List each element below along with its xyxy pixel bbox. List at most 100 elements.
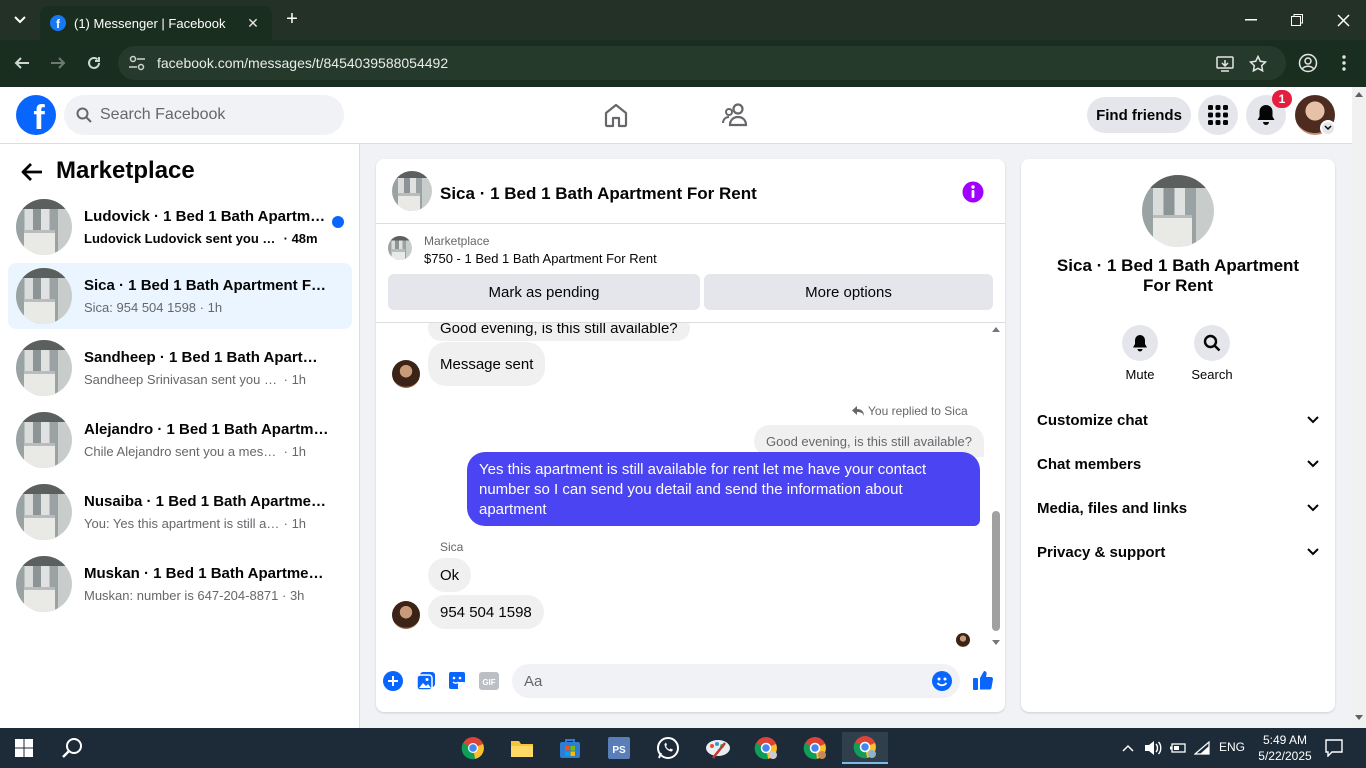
message-input[interactable] — [512, 664, 960, 698]
chat-members-section[interactable]: Chat members — [1037, 452, 1319, 476]
menu-grid-icon[interactable] — [1198, 95, 1238, 135]
facebook-logo[interactable]: f — [16, 95, 56, 135]
customize-chat-section[interactable]: Customize chat — [1037, 408, 1319, 432]
message-bubble-incoming: Ok — [428, 558, 472, 592]
conversation-time: 1h — [291, 444, 307, 459]
maximize-icon[interactable] — [1284, 8, 1310, 32]
notification-center-icon[interactable] — [1320, 732, 1348, 764]
friends-icon[interactable] — [721, 101, 749, 129]
info-icon[interactable] — [962, 181, 984, 203]
sticker-icon[interactable] — [447, 671, 469, 693]
scroll-up-arrow-icon[interactable] — [990, 325, 1002, 333]
facebook-search-input[interactable] — [100, 106, 320, 124]
search-icon[interactable] — [1194, 325, 1230, 361]
thumbs-up-icon[interactable] — [972, 669, 994, 691]
privacy-support-section[interactable]: Privacy & support — [1037, 540, 1319, 564]
chevron-up-icon[interactable] — [1118, 732, 1138, 764]
message-bubble-incoming: 954 504 1598 — [428, 595, 544, 629]
sender-avatar[interactable] — [392, 601, 420, 629]
more-options-button[interactable]: More options — [704, 274, 993, 310]
chrome-profile-icon[interactable] — [795, 732, 835, 764]
conversation-time: 1h — [291, 516, 307, 531]
bookmark-star-icon[interactable] — [1248, 54, 1268, 74]
whatsapp-icon[interactable] — [648, 732, 688, 764]
window-close-icon[interactable] — [1330, 8, 1356, 32]
photoshop-elements-icon[interactable]: PS — [599, 732, 639, 764]
listing-thumbnail — [16, 340, 72, 396]
file-explorer-icon[interactable] — [502, 732, 542, 764]
listing-large-thumbnail[interactable] — [1142, 175, 1214, 247]
conversation-item-sica[interactable]: Sica · 1 Bed 1 Bath Apartment For ... Si… — [8, 263, 352, 329]
battery-icon[interactable] — [1167, 732, 1189, 764]
page-scrollbar[interactable] — [1352, 87, 1366, 728]
chrome-active-taskbar-icon[interactable] — [842, 732, 888, 764]
tab-close-icon[interactable]: ✕ — [244, 15, 262, 32]
reload-icon[interactable] — [83, 52, 105, 74]
search-action[interactable]: Search — [1182, 325, 1242, 382]
find-friends-button[interactable]: Find friends — [1087, 97, 1191, 133]
back-icon[interactable] — [11, 52, 33, 74]
minimize-icon[interactable] — [1238, 8, 1264, 32]
conversation-item-muskan[interactable]: Muskan · 1 Bed 1 Bath Apartment ... Musk… — [8, 551, 352, 617]
conversation-item-ludovick[interactable]: Ludovick · 1 Bed 1 Bath Apartme... Ludov… — [8, 194, 352, 260]
facebook-search-box[interactable] — [64, 95, 344, 135]
microsoft-store-icon[interactable] — [550, 732, 590, 764]
browser-tab-active[interactable]: f (1) Messenger | Facebook ✕ — [40, 6, 272, 40]
system-clock[interactable]: 5:49 AM 5/22/2025 — [1253, 732, 1317, 764]
site-info-icon[interactable] — [128, 55, 146, 71]
conversation-name: Muskan · 1 Bed 1 Bath Apartment ... — [84, 565, 330, 582]
chrome-taskbar-icon[interactable] — [453, 732, 493, 764]
listing-thumbnail — [16, 484, 72, 540]
address-bar[interactable]: facebook.com/messages/t/8454039588054492 — [118, 46, 1286, 80]
gif-icon[interactable]: GIF — [479, 672, 501, 694]
conversation-item-sandheep[interactable]: Sandheep · 1 Bed 1 Bath Apartmen... Sand… — [8, 335, 352, 401]
paint-app-icon[interactable] — [698, 732, 738, 764]
home-icon[interactable] — [602, 101, 630, 129]
chevron-down-icon — [1307, 548, 1319, 556]
section-label: Chat members — [1037, 455, 1142, 473]
conversation-preview: Muskan: number is 647-204-8871 · 3h — [84, 588, 305, 603]
new-tab-icon[interactable]: + — [282, 8, 302, 32]
scroll-up-arrow-icon[interactable] — [1352, 89, 1366, 99]
message-thread[interactable]: Good evening, is this still available? M… — [376, 322, 1005, 652]
volume-icon[interactable] — [1142, 732, 1164, 764]
scroll-down-arrow-icon[interactable] — [1352, 713, 1366, 723]
search-label: Search — [1191, 367, 1233, 382]
chat-listing-thumbnail[interactable] — [392, 171, 432, 211]
forward-icon[interactable] — [47, 52, 69, 74]
chevron-down-icon[interactable] — [1320, 120, 1336, 136]
section-label: Media, files and links — [1037, 499, 1188, 517]
listing-price[interactable]: $750 - 1 Bed 1 Bath Apartment For Rent — [424, 251, 657, 266]
mark-as-pending-button[interactable]: Mark as pending — [388, 274, 700, 310]
install-app-icon[interactable] — [1215, 54, 1235, 74]
tab-search-dropdown-icon[interactable] — [8, 8, 32, 32]
emoji-icon[interactable] — [932, 671, 954, 693]
section-label: Customize chat — [1037, 411, 1148, 429]
message-scrollbar[interactable] — [990, 323, 1002, 652]
windows-taskbar: PS ENG 5:49 AM 5/22/2025 — [0, 728, 1366, 768]
bell-icon[interactable] — [1122, 325, 1158, 361]
profile-icon[interactable] — [1297, 52, 1319, 74]
chat-title[interactable]: Sica · 1 Bed 1 Bath Apartment For Rent — [440, 184, 757, 204]
info-panel-title: Sica · 1 Bed 1 Bath Apartment For Rent — [1056, 256, 1300, 295]
chrome-profile-icon[interactable] — [746, 732, 786, 764]
back-arrow-icon[interactable] — [20, 160, 44, 184]
scrollbar-thumb[interactable] — [992, 511, 1000, 631]
browser-menu-icon[interactable] — [1333, 52, 1355, 74]
language-indicator[interactable]: ENG — [1219, 740, 1245, 754]
windows-start-icon[interactable] — [4, 732, 44, 764]
plus-circle-icon[interactable] — [383, 671, 405, 693]
conversation-item-alejandro[interactable]: Alejandro · 1 Bed 1 Bath Apartmen... Chi… — [8, 407, 352, 473]
conversation-preview: Ludovick Ludovick sent you a me... · 48m — [84, 231, 318, 246]
conversation-time: 48m — [291, 231, 318, 246]
sender-avatar[interactable] — [392, 360, 420, 388]
conversation-snippet: Ludovick Ludovick sent you a me... — [84, 231, 280, 246]
taskbar-search-icon[interactable] — [52, 732, 92, 764]
media-files-links-section[interactable]: Media, files and links — [1037, 496, 1319, 520]
photo-icon[interactable] — [416, 671, 438, 693]
facebook-logo-letter: f — [33, 99, 45, 135]
conversation-item-nusaiba[interactable]: Nusaiba · 1 Bed 1 Bath Apartment ... You… — [8, 479, 352, 545]
wifi-icon[interactable] — [1192, 732, 1214, 764]
mute-action[interactable]: Mute — [1110, 325, 1170, 382]
scroll-down-arrow-icon[interactable] — [990, 639, 1002, 647]
